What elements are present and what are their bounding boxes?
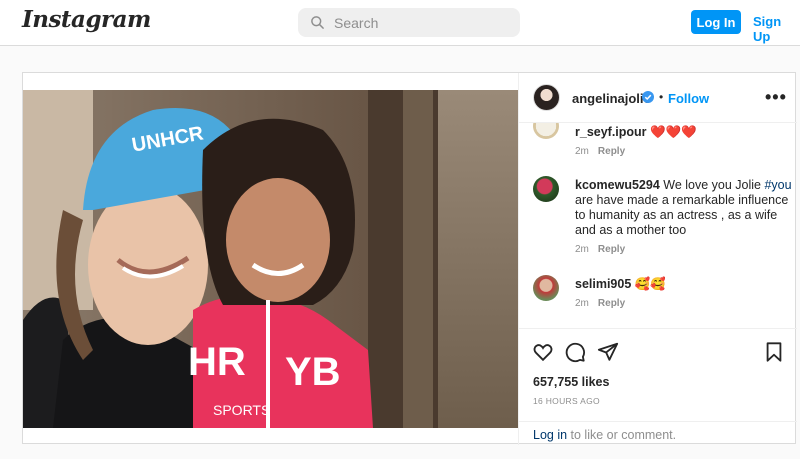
comment-text: kcomewu5294 We love you Jolie #you are h… xyxy=(575,178,795,238)
signup-link[interactable]: Sign Up xyxy=(753,14,800,44)
comment-icon[interactable] xyxy=(564,341,586,363)
post-card: UNHCR HR YB SPORTS angelinajolie • Follo… xyxy=(22,72,797,445)
comment-text: selimi905 🥰🥰 xyxy=(575,277,795,292)
comment-meta: 2m Reply xyxy=(575,298,625,309)
comment-meta: 2m Reply xyxy=(575,146,625,157)
svg-text:HR: HR xyxy=(188,340,246,384)
verified-badge-icon xyxy=(642,91,654,103)
post-photo[interactable]: UNHCR HR YB SPORTS xyxy=(23,90,518,428)
comments-list: r_seyf.ipour ❤️❤️❤️ 2m Reply kcomewu5294 … xyxy=(519,123,797,328)
comment-text: r_seyf.ipour ❤️❤️❤️ xyxy=(575,125,795,140)
search-box[interactable] xyxy=(298,8,520,37)
search-icon xyxy=(311,16,324,29)
reply-button[interactable]: Reply xyxy=(598,146,625,157)
comment-meta: 2m Reply xyxy=(575,244,625,255)
header-separator: • xyxy=(659,90,664,104)
heart-icon[interactable] xyxy=(532,341,554,363)
post-actions: 657,755 likes 16 HOURS AGO Log in to lik… xyxy=(519,328,797,445)
svg-text:YB: YB xyxy=(285,350,341,394)
follow-button[interactable]: Follow xyxy=(668,91,709,106)
comment-age: 2m xyxy=(575,298,589,309)
comment-content: 🥰🥰 xyxy=(634,277,666,291)
author-username[interactable]: angelinajolie xyxy=(572,91,651,106)
comment-avatar[interactable] xyxy=(533,176,559,202)
comment-username[interactable]: kcomewu5294 xyxy=(575,178,660,192)
comment-content-continued: are have made a remarkable influence to … xyxy=(575,193,789,237)
comment-age: 2m xyxy=(575,244,589,255)
search-input[interactable] xyxy=(334,14,504,31)
comment-username[interactable]: r_seyf.ipour xyxy=(575,125,647,139)
comment-avatar[interactable] xyxy=(533,123,559,139)
post-header: angelinajolie • Follow ••• xyxy=(519,73,797,123)
hashtag-link[interactable]: #you xyxy=(764,178,791,192)
comment-avatar[interactable] xyxy=(533,275,559,301)
comment-content: ❤️❤️❤️ xyxy=(650,125,697,139)
login-button[interactable]: Log In xyxy=(691,10,741,34)
reply-button[interactable]: Reply xyxy=(598,244,625,255)
reply-button[interactable]: Reply xyxy=(598,298,625,309)
more-options-icon[interactable]: ••• xyxy=(765,87,787,108)
post-timestamp[interactable]: 16 HOURS AGO xyxy=(533,396,600,406)
login-prompt: Log in to like or comment. xyxy=(519,421,797,446)
login-link[interactable]: Log in xyxy=(533,428,567,442)
share-icon[interactable] xyxy=(597,341,619,363)
bookmark-icon[interactable] xyxy=(763,341,785,363)
svg-text:SPORTS: SPORTS xyxy=(213,402,270,418)
author-avatar[interactable] xyxy=(533,84,560,111)
instagram-logo[interactable]: Instagram xyxy=(22,6,151,33)
login-prompt-text: to like or comment. xyxy=(567,428,677,442)
post-sidebar: angelinajolie • Follow ••• r_seyf.ipour … xyxy=(518,73,797,445)
post-photo-image: UNHCR HR YB SPORTS xyxy=(23,90,518,428)
comment-username[interactable]: selimi905 xyxy=(575,277,631,291)
comment-age: 2m xyxy=(575,146,589,157)
likes-count[interactable]: 657,755 likes xyxy=(533,375,609,389)
comment-content: We love you Jolie xyxy=(663,178,765,192)
top-navigation-bar: Instagram Log In Sign Up xyxy=(0,0,800,46)
